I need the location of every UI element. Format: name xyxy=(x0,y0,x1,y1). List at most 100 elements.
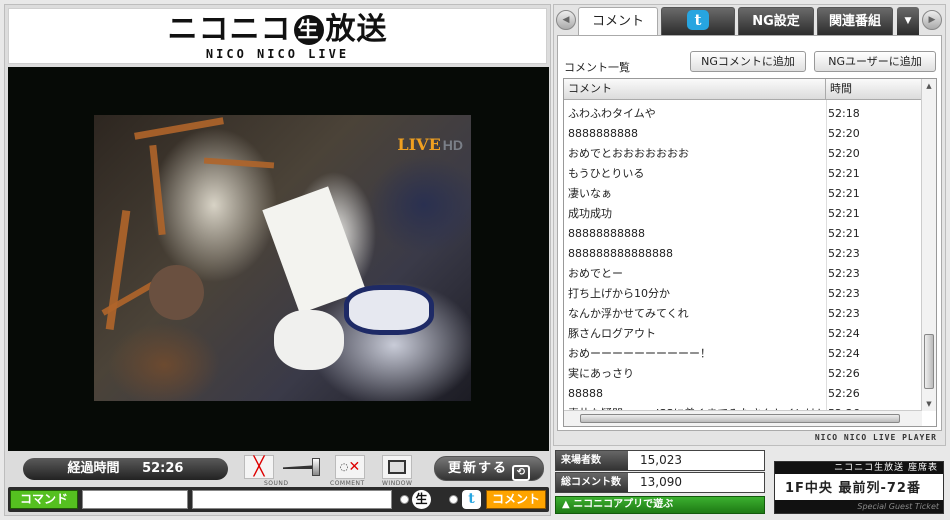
elapsed-time-label: 経過時間 xyxy=(67,461,120,476)
comment-row[interactable]: 成功成功 52:21 xyxy=(564,204,922,224)
nama-icon: 生 xyxy=(412,490,431,509)
comment-row[interactable]: なんか浮かせてみてくれ 52:23 xyxy=(564,304,922,324)
vertical-scrollbar[interactable]: ▲ ▼ xyxy=(921,79,936,411)
comment-row[interactable]: 88888 52:26 xyxy=(564,384,922,404)
comment-rows: ふわふわタイムや 52:18 8888888888 52:20 おめでとおおおおおおお 5… xyxy=(564,104,922,424)
logo-text-nico: ニコニコ xyxy=(167,12,292,47)
comment-row[interactable]: 豚さんログアウト 52:24 xyxy=(564,324,922,344)
tab-twitter[interactable]: t xyxy=(661,7,735,35)
comment-time: 52:18 xyxy=(828,107,860,120)
logo-title: ニコニコ生放送 xyxy=(9,13,546,47)
niconico-app-button[interactable]: ▲ ニコニコアプリで遊ぶ xyxy=(555,496,765,514)
ticket-header: ニコニコ生放送 座席表 xyxy=(775,462,943,474)
comment-time: 52:21 xyxy=(828,207,860,220)
add-ng-user-button[interactable]: NGユーザーに追加 xyxy=(814,51,936,72)
comment-text: 凄いなぁ xyxy=(568,187,612,200)
comment-text: 豚さんログアウト xyxy=(568,327,656,340)
comment-caption: COMMENT xyxy=(330,480,365,487)
twitter-icon: t xyxy=(462,490,481,509)
column-header-comment[interactable]: コメント xyxy=(564,79,826,99)
comment-row[interactable]: おめーーーーーーーーーー！ 52:24 xyxy=(564,344,922,364)
tab-ng-settings[interactable]: NG設定 xyxy=(738,7,814,35)
comment-text: 8888888888 xyxy=(568,127,638,140)
scroll-up-icon[interactable]: ▲ xyxy=(922,79,936,93)
comment-row[interactable]: 888888888888888 52:23 xyxy=(564,244,922,264)
app-button-label: ニコニコアプリで遊ぶ xyxy=(573,499,674,510)
comment-text: おめでとー xyxy=(568,267,623,280)
video-screen[interactable]: LIVE HD xyxy=(8,67,549,451)
window-mode-button[interactable] xyxy=(382,455,412,479)
comment-list-area: コメント一覧 NGコメントに追加 NGユーザーに追加 コメント 時間 ふわふわタ… xyxy=(557,35,942,431)
comment-time: 52:26 xyxy=(828,367,860,380)
tabs-next-icon[interactable]: ▶ xyxy=(922,10,942,30)
ticket-seat: 1F中央 最前列-72番 xyxy=(785,481,921,496)
tabs-more-icon[interactable]: ▼ xyxy=(897,7,919,35)
add-ng-comment-button[interactable]: NGコメントに追加 xyxy=(690,51,806,72)
comment-text: もうひとりいる xyxy=(568,167,645,180)
tab-comment[interactable]: コメント xyxy=(578,7,658,37)
total-comments-label: 総コメント数 xyxy=(556,473,628,492)
comment-row[interactable]: 実にあっさり 52:26 xyxy=(564,364,922,384)
comment-toggle-button[interactable]: ◌ ✕ xyxy=(335,455,365,479)
post-to-nama-radio[interactable] xyxy=(400,495,409,504)
comment-time: 52:23 xyxy=(828,287,860,300)
comment-row[interactable]: もうひとりいる 52:21 xyxy=(564,164,922,184)
live-indicator: LIVE HD xyxy=(397,135,463,154)
post-to-twitter-radio[interactable] xyxy=(449,495,458,504)
logo-nama-mark: 生 xyxy=(293,15,324,45)
refresh-label: 更新する xyxy=(447,461,508,476)
comment-text: なんか浮かせてみてくれ xyxy=(568,307,689,320)
command-button[interactable]: コマンド xyxy=(10,490,78,509)
comment-text: 88888888888 xyxy=(568,227,645,240)
comment-row[interactable]: 凄いなぁ 52:21 xyxy=(564,184,922,204)
comment-row[interactable]: 打ち上げから10分か 52:23 xyxy=(564,284,922,304)
sound-caption: SOUND xyxy=(264,480,289,487)
seat-ticket: ニコニコ生放送 座席表 1F中央 最前列-72番 Special Guest T… xyxy=(774,461,944,514)
comment-row[interactable]: 88888888888 52:21 xyxy=(564,224,922,244)
comment-text: 成功成功 xyxy=(568,207,612,220)
tabs-prev-icon[interactable]: ◀ xyxy=(556,10,576,30)
vertical-scroll-thumb[interactable] xyxy=(924,334,934,389)
comment-text: ふわふわタイムや xyxy=(568,107,656,120)
comment-text: 888888888888888 xyxy=(568,247,673,260)
comment-post-bar: コマンド 生 t コメント xyxy=(8,487,549,512)
comment-row[interactable]: おめでとおおおおおおお 52:20 xyxy=(564,144,922,164)
comment-row[interactable]: ふわふわタイムや 52:18 xyxy=(564,104,922,124)
logo-subtitle: NICO NICO LIVE xyxy=(205,47,350,61)
refresh-icon: ⟲ xyxy=(512,465,530,481)
sound-mute-button[interactable]: ╳ xyxy=(244,455,274,479)
visitors-label: 来場者数 xyxy=(556,451,628,470)
comment-text: 打ち上げから10分か xyxy=(568,287,670,300)
volume-slider-knob[interactable] xyxy=(312,458,320,476)
elapsed-time-display: 経過時間 52:26 xyxy=(23,458,228,480)
comment-text: おめーーーーーーーーーー！ xyxy=(568,347,711,360)
comment-time: 52:20 xyxy=(828,127,860,140)
comment-table-header: コメント 時間 xyxy=(564,79,922,100)
comment-time: 52:24 xyxy=(828,347,860,360)
comment-time: 52:23 xyxy=(828,267,860,280)
command-input[interactable] xyxy=(82,490,188,509)
column-header-time[interactable]: 時間 xyxy=(826,79,922,99)
horizontal-scrollbar[interactable] xyxy=(564,410,922,426)
total-comments-value: 13,090 xyxy=(640,475,682,489)
comment-time: 52:20 xyxy=(828,147,860,160)
total-comments-stat: 総コメント数 13,090 xyxy=(555,472,765,493)
refresh-button[interactable]: 更新する ⟲ xyxy=(434,456,544,481)
scroll-down-icon[interactable]: ▼ xyxy=(922,397,936,411)
horizontal-scroll-thumb[interactable] xyxy=(580,414,900,423)
comment-input[interactable] xyxy=(192,490,392,509)
comment-time: 52:24 xyxy=(828,327,860,340)
live-player: ニコニコ生放送 NICO NICO LIVE LIVE HD 経過時間 52:26… xyxy=(4,4,551,516)
post-comment-button[interactable]: コメント xyxy=(486,490,546,509)
elapsed-time-value: 52:26 xyxy=(142,461,184,476)
speaker-muted-icon: ╳ xyxy=(253,456,265,477)
comment-list-title: コメント一覧 xyxy=(564,61,630,74)
comment-time: 52:21 xyxy=(828,167,860,180)
comment-row[interactable]: 8888888888 52:20 xyxy=(564,124,922,144)
tab-related-programs[interactable]: 関連番組 xyxy=(817,7,893,35)
volume-slider[interactable] xyxy=(283,458,320,476)
comment-text: 実にあっさり xyxy=(568,367,634,380)
ticket-footer: Special Guest Ticket xyxy=(775,500,943,513)
comment-row[interactable]: おめでとー 52:23 xyxy=(564,264,922,284)
comment-panel: ◀ コメント t NG設定 関連番組 ▼ ▶ コメント一覧 NGコメントに追加 … xyxy=(553,4,946,446)
